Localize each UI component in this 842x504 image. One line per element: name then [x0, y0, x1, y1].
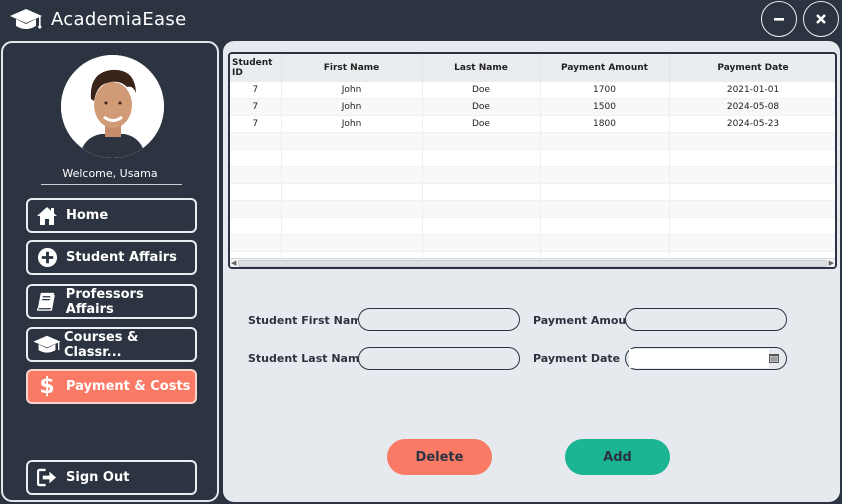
sidebar: Welcome, Usama Home Student Affairs Prof… [1, 41, 219, 502]
minimize-button[interactable] [761, 1, 797, 37]
cell-last-name: Doe [422, 82, 541, 99]
close-button[interactable] [803, 1, 839, 37]
nav-courses-classrooms[interactable]: Courses & Classr... [26, 327, 197, 362]
nav-home-label: Home [66, 208, 109, 223]
payment-date-input[interactable] [629, 349, 769, 368]
table-header-row: Student ID First Name Last Name Payment … [230, 54, 835, 82]
cell-student-id: 7 [230, 82, 282, 99]
app-title: AcademiaEase [51, 9, 187, 30]
main-panel: Student ID First Name Last Name Payment … [223, 41, 840, 502]
sign-out-label: Sign Out [66, 470, 130, 485]
nav-home[interactable]: Home [26, 198, 197, 233]
minus-icon [774, 18, 784, 21]
cell-payment-amount: 1700 [540, 82, 670, 99]
close-icon [816, 14, 826, 24]
cell-payment-amount: 1800 [540, 115, 670, 133]
graduation-cap-icon [10, 9, 42, 29]
cell-payment-date: 2021-01-01 [669, 82, 835, 99]
nav-student-affairs[interactable]: Student Affairs [26, 240, 197, 275]
column-header-payment-amount[interactable]: Payment Amount [540, 54, 670, 82]
book-icon [36, 291, 58, 313]
dollar-icon: $ [39, 374, 55, 399]
divider [41, 184, 182, 185]
last-name-field[interactable] [358, 347, 520, 370]
payment-amount-label: Payment Amount [533, 314, 640, 327]
nav-courses-classrooms-label: Courses & Classr... [64, 329, 139, 360]
cell-first-name: John [281, 98, 423, 116]
calendar-icon[interactable] [769, 353, 779, 363]
column-header-payment-date[interactable]: Payment Date [669, 54, 835, 82]
cell-payment-date: 2024-05-08 [669, 98, 835, 116]
nav-professors-affairs-label: Professors Affairs [65, 286, 144, 317]
empty-row [230, 200, 835, 218]
horizontal-scrollbar[interactable]: ◀ ▶ [230, 258, 835, 267]
first-name-label: Student First Name [248, 314, 370, 327]
add-button[interactable]: Add [565, 439, 670, 475]
sign-out-button[interactable]: Sign Out [26, 460, 197, 495]
payment-date-label: Payment Date [533, 352, 621, 365]
empty-row [230, 217, 835, 235]
avatar [61, 55, 164, 158]
column-header-last-name[interactable]: Last Name [422, 54, 541, 82]
table-row[interactable]: 7 John Doe 1500 2024-05-08 [230, 98, 835, 116]
empty-row [230, 234, 835, 252]
scroll-left-icon[interactable]: ◀ [231, 259, 236, 267]
empty-row [230, 183, 835, 201]
cell-first-name: John [281, 115, 423, 133]
column-header-student-id[interactable]: Student ID [230, 54, 282, 82]
last-name-label: Student Last Name [248, 352, 367, 365]
cell-student-id: 7 [230, 98, 282, 116]
cell-last-name: Doe [422, 115, 541, 133]
plus-circle-icon [36, 247, 58, 269]
nav-student-affairs-label: Student Affairs [66, 250, 177, 265]
home-icon [36, 205, 58, 227]
graduation-cap-icon [32, 334, 62, 356]
payment-date-picker[interactable] [625, 347, 787, 370]
empty-row [230, 166, 835, 184]
nav-payment-costs-label: Payment & Costs [66, 379, 191, 394]
empty-row [230, 132, 835, 150]
nav-payment-costs[interactable]: $ Payment & Costs [26, 369, 197, 404]
payment-amount-field[interactable] [625, 308, 787, 331]
table-row[interactable]: 7 John Doe 1800 2024-05-23 [230, 115, 835, 133]
cell-first-name: John [281, 82, 423, 99]
nav-professors-affairs[interactable]: Professors Affairs [26, 284, 197, 319]
column-header-first-name[interactable]: First Name [281, 54, 423, 82]
table-row[interactable]: 7 John Doe 1700 2021-01-01 [230, 82, 835, 99]
delete-button[interactable]: Delete [387, 439, 492, 475]
payments-table[interactable]: Student ID First Name Last Name Payment … [228, 52, 837, 269]
cell-last-name: Doe [422, 98, 541, 116]
sign-out-icon [36, 467, 58, 489]
welcome-text: Welcome, Usama [62, 167, 158, 180]
title-bar: AcademiaEase [0, 0, 842, 40]
scrollbar-thumb[interactable] [238, 260, 827, 267]
cell-student-id: 7 [230, 115, 282, 133]
first-name-field[interactable] [358, 308, 520, 331]
cell-payment-amount: 1500 [540, 98, 670, 116]
scroll-right-icon[interactable]: ▶ [829, 259, 834, 267]
empty-row [230, 149, 835, 167]
cell-payment-date: 2024-05-23 [669, 115, 835, 133]
